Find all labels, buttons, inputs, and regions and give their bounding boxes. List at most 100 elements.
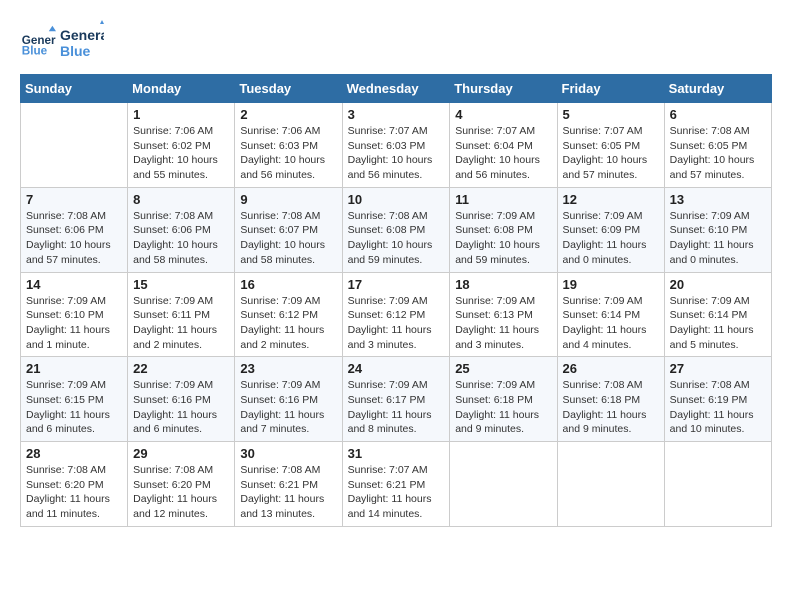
- calendar-cell: 14 Sunrise: 7:09 AM Sunset: 6:10 PM Dayli…: [21, 272, 128, 357]
- day-info: Sunrise: 7:09 AM Sunset: 6:10 PM Dayligh…: [670, 209, 766, 268]
- calendar-cell: 26Sunrise: 7:08 AM Sunset: 6:18 PM Dayli…: [557, 357, 664, 442]
- calendar-cell: 22 Sunrise: 7:09 AM Sunset: 6:16 PM Dayli…: [128, 357, 235, 442]
- day-info: Sunrise: 7:09 AM Sunset: 6:14 PM Dayligh…: [563, 294, 659, 353]
- day-info: Sunrise: 7:08 AM Sunset: 6:07 PM Dayligh…: [240, 209, 336, 268]
- day-number: 11: [455, 192, 551, 207]
- day-info: Sunrise: 7:09 AM Sunset: 6:15 PM Dayligh…: [26, 378, 122, 437]
- day-number: 16: [240, 277, 336, 292]
- day-number: 5: [563, 107, 659, 122]
- day-number: 17: [348, 277, 445, 292]
- calendar-cell: 5 Sunrise: 7:07 AM Sunset: 6:05 PM Daylig…: [557, 103, 664, 188]
- column-header-monday: Monday: [128, 75, 235, 103]
- calendar-week-5: 28Sunrise: 7:08 AM Sunset: 6:20 PM Dayli…: [21, 442, 772, 527]
- day-info: Sunrise: 7:09 AM Sunset: 6:16 PM Dayligh…: [133, 378, 229, 437]
- day-number: 26: [563, 361, 659, 376]
- calendar-cell: 6 Sunrise: 7:08 AM Sunset: 6:05 PM Daylig…: [664, 103, 771, 188]
- calendar-cell: 17 Sunrise: 7:09 AM Sunset: 6:12 PM Dayli…: [342, 272, 450, 357]
- day-number: 24: [348, 361, 445, 376]
- day-number: 29: [133, 446, 229, 461]
- calendar-cell: 27 Sunrise: 7:08 AM Sunset: 6:19 PM Dayli…: [664, 357, 771, 442]
- column-header-sunday: Sunday: [21, 75, 128, 103]
- day-info: Sunrise: 7:09 AM Sunset: 6:18 PM Dayligh…: [455, 378, 551, 437]
- day-info: Sunrise: 7:07 AM Sunset: 6:21 PM Dayligh…: [348, 463, 445, 522]
- column-header-thursday: Thursday: [450, 75, 557, 103]
- calendar-cell: 7Sunrise: 7:08 AM Sunset: 6:06 PM Daylig…: [21, 187, 128, 272]
- day-number: 22: [133, 361, 229, 376]
- day-info: Sunrise: 7:09 AM Sunset: 6:09 PM Dayligh…: [563, 209, 659, 268]
- svg-text:General: General: [60, 27, 104, 43]
- logo-graphic: General Blue: [60, 20, 104, 64]
- day-info: Sunrise: 7:08 AM Sunset: 6:20 PM Dayligh…: [133, 463, 229, 522]
- column-header-wednesday: Wednesday: [342, 75, 450, 103]
- calendar-cell: [450, 442, 557, 527]
- calendar-cell: 3Sunrise: 7:07 AM Sunset: 6:03 PM Daylig…: [342, 103, 450, 188]
- calendar-cell: 13 Sunrise: 7:09 AM Sunset: 6:10 PM Dayli…: [664, 187, 771, 272]
- calendar-cell: 4Sunrise: 7:07 AM Sunset: 6:04 PM Daylig…: [450, 103, 557, 188]
- day-number: 8: [133, 192, 229, 207]
- calendar-cell: 24 Sunrise: 7:09 AM Sunset: 6:17 PM Dayli…: [342, 357, 450, 442]
- day-number: 19: [563, 277, 659, 292]
- column-header-tuesday: Tuesday: [235, 75, 342, 103]
- day-number: 15: [133, 277, 229, 292]
- calendar-cell: 16 Sunrise: 7:09 AM Sunset: 6:12 PM Dayli…: [235, 272, 342, 357]
- day-number: 9: [240, 192, 336, 207]
- column-header-friday: Friday: [557, 75, 664, 103]
- day-info: Sunrise: 7:09 AM Sunset: 6:10 PM Dayligh…: [26, 294, 122, 353]
- day-info: Sunrise: 7:06 AM Sunset: 6:03 PM Dayligh…: [240, 124, 336, 183]
- day-number: 6: [670, 107, 766, 122]
- day-number: 31: [348, 446, 445, 461]
- calendar-cell: [557, 442, 664, 527]
- day-info: Sunrise: 7:09 AM Sunset: 6:12 PM Dayligh…: [348, 294, 445, 353]
- day-number: 13: [670, 192, 766, 207]
- calendar-table: SundayMondayTuesdayWednesdayThursdayFrid…: [20, 74, 772, 527]
- calendar-week-2: 7Sunrise: 7:08 AM Sunset: 6:06 PM Daylig…: [21, 187, 772, 272]
- day-info: Sunrise: 7:09 AM Sunset: 6:13 PM Dayligh…: [455, 294, 551, 353]
- calendar-cell: 29 Sunrise: 7:08 AM Sunset: 6:20 PM Dayli…: [128, 442, 235, 527]
- calendar-cell: 10Sunrise: 7:08 AM Sunset: 6:08 PM Dayli…: [342, 187, 450, 272]
- calendar-cell: 31 Sunrise: 7:07 AM Sunset: 6:21 PM Dayli…: [342, 442, 450, 527]
- day-info: Sunrise: 7:08 AM Sunset: 6:08 PM Dayligh…: [348, 209, 445, 268]
- day-number: 30: [240, 446, 336, 461]
- day-info: Sunrise: 7:08 AM Sunset: 6:21 PM Dayligh…: [240, 463, 336, 522]
- day-info: Sunrise: 7:08 AM Sunset: 6:19 PM Dayligh…: [670, 378, 766, 437]
- calendar-cell: 18 Sunrise: 7:09 AM Sunset: 6:13 PM Dayli…: [450, 272, 557, 357]
- calendar-week-1: 1 Sunrise: 7:06 AM Sunset: 6:02 PM Daylig…: [21, 103, 772, 188]
- day-number: 25: [455, 361, 551, 376]
- day-info: Sunrise: 7:06 AM Sunset: 6:02 PM Dayligh…: [133, 124, 229, 183]
- column-header-saturday: Saturday: [664, 75, 771, 103]
- day-number: 2: [240, 107, 336, 122]
- day-number: 1: [133, 107, 229, 122]
- calendar-cell: 25 Sunrise: 7:09 AM Sunset: 6:18 PM Dayli…: [450, 357, 557, 442]
- day-info: Sunrise: 7:09 AM Sunset: 6:12 PM Dayligh…: [240, 294, 336, 353]
- calendar-cell: [21, 103, 128, 188]
- day-number: 18: [455, 277, 551, 292]
- day-info: Sunrise: 7:09 AM Sunset: 6:14 PM Dayligh…: [670, 294, 766, 353]
- calendar-week-4: 21Sunrise: 7:09 AM Sunset: 6:15 PM Dayli…: [21, 357, 772, 442]
- day-info: Sunrise: 7:07 AM Sunset: 6:03 PM Dayligh…: [348, 124, 445, 183]
- calendar-cell: 8Sunrise: 7:08 AM Sunset: 6:06 PM Daylig…: [128, 187, 235, 272]
- day-number: 4: [455, 107, 551, 122]
- day-number: 14: [26, 277, 122, 292]
- logo: General Blue General Blue: [20, 20, 104, 64]
- day-info: Sunrise: 7:09 AM Sunset: 6:17 PM Dayligh…: [348, 378, 445, 437]
- calendar-cell: 15 Sunrise: 7:09 AM Sunset: 6:11 PM Dayli…: [128, 272, 235, 357]
- day-number: 7: [26, 192, 122, 207]
- day-info: Sunrise: 7:08 AM Sunset: 6:05 PM Dayligh…: [670, 124, 766, 183]
- calendar-cell: 19 Sunrise: 7:09 AM Sunset: 6:14 PM Dayli…: [557, 272, 664, 357]
- day-number: 23: [240, 361, 336, 376]
- calendar-cell: 21Sunrise: 7:09 AM Sunset: 6:15 PM Dayli…: [21, 357, 128, 442]
- page-header: General Blue General Blue: [20, 20, 772, 64]
- day-info: Sunrise: 7:09 AM Sunset: 6:16 PM Dayligh…: [240, 378, 336, 437]
- logo-icon: General Blue: [20, 24, 56, 60]
- day-info: Sunrise: 7:09 AM Sunset: 6:11 PM Dayligh…: [133, 294, 229, 353]
- day-info: Sunrise: 7:08 AM Sunset: 6:20 PM Dayligh…: [26, 463, 122, 522]
- calendar-cell: 1 Sunrise: 7:06 AM Sunset: 6:02 PM Daylig…: [128, 103, 235, 188]
- calendar-cell: 12Sunrise: 7:09 AM Sunset: 6:09 PM Dayli…: [557, 187, 664, 272]
- day-info: Sunrise: 7:07 AM Sunset: 6:05 PM Dayligh…: [563, 124, 659, 183]
- calendar-cell: 2 Sunrise: 7:06 AM Sunset: 6:03 PM Daylig…: [235, 103, 342, 188]
- day-number: 27: [670, 361, 766, 376]
- day-info: Sunrise: 7:09 AM Sunset: 6:08 PM Dayligh…: [455, 209, 551, 268]
- calendar-cell: 20 Sunrise: 7:09 AM Sunset: 6:14 PM Dayli…: [664, 272, 771, 357]
- day-number: 20: [670, 277, 766, 292]
- svg-text:Blue: Blue: [22, 45, 48, 58]
